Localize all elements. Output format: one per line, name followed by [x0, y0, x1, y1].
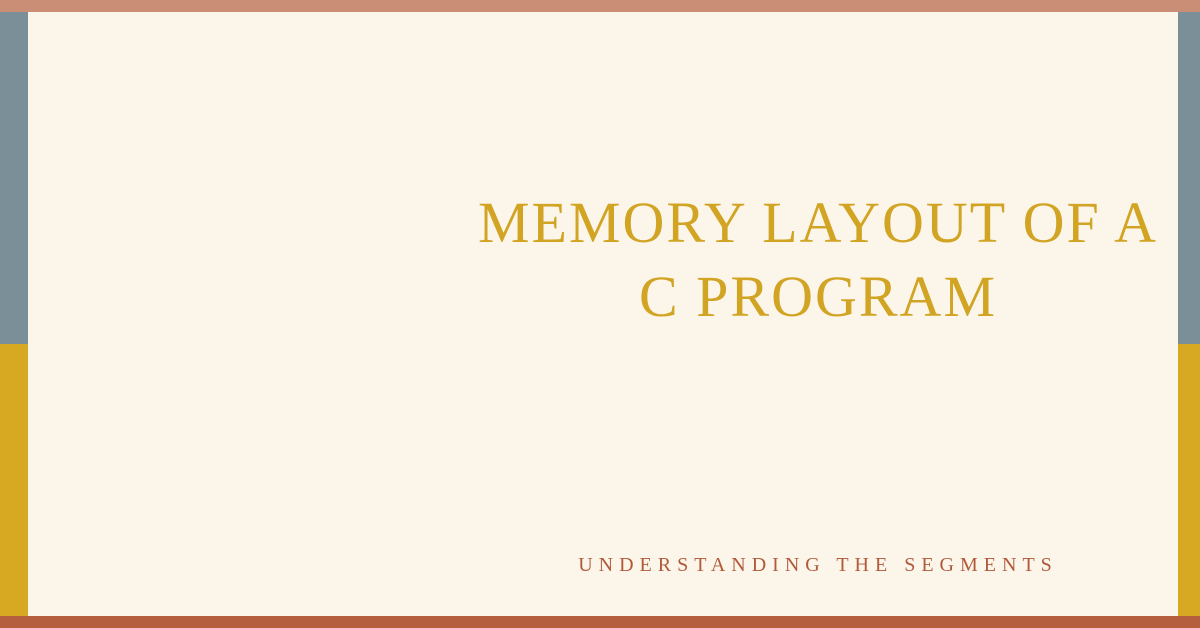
- right-accent-bottom: [1178, 344, 1200, 616]
- bottom-accent-bar: [0, 616, 1200, 628]
- left-accent-top: [0, 12, 28, 344]
- right-accent-top: [1178, 12, 1200, 344]
- left-accent-bottom: [0, 344, 28, 616]
- content-card: MEMORY LAYOUT OF A C PROGRAM UNDERSTANDI…: [28, 12, 1178, 616]
- main-title: MEMORY LAYOUT OF A C PROGRAM: [468, 186, 1168, 334]
- subtitle: UNDERSTANDING THE SEGMENTS: [468, 554, 1168, 577]
- top-accent-bar: [0, 0, 1200, 12]
